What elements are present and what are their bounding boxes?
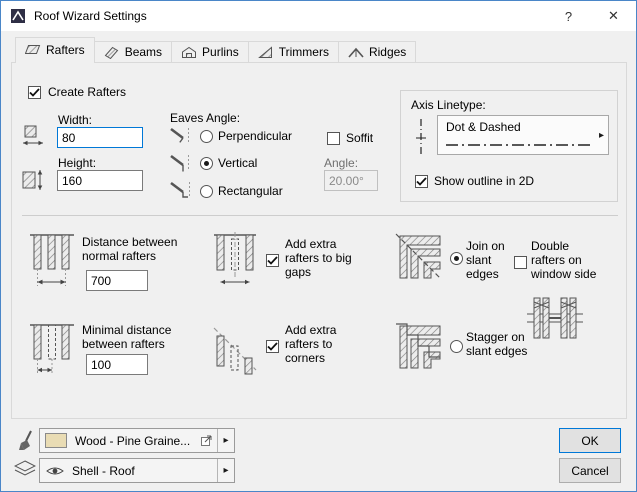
width-label: Width: (58, 113, 92, 127)
layer-selector[interactable]: Shell - Roof ▸ (39, 458, 235, 483)
arrow-right-icon: ▸ (223, 466, 228, 476)
tab-rafters[interactable]: Rafters (15, 37, 95, 63)
tab-trimmers[interactable]: Trimmers (248, 41, 339, 63)
tab-ridges[interactable]: Ridges (338, 41, 416, 63)
join-slant-radio[interactable] (450, 252, 463, 265)
eaves-vertical-label: Vertical (218, 156, 257, 170)
layer-selector-arrow[interactable]: ▸ (217, 459, 234, 482)
layer-value: Shell - Roof (72, 464, 217, 478)
purlins-icon (181, 46, 197, 59)
height-label: Height: (58, 156, 96, 170)
normal-distance-label: Distance between normal rafters (82, 235, 202, 263)
eaves-perpendicular-radio[interactable] (200, 130, 213, 143)
titlebar: Roof Wizard Settings ? ✕ (1, 1, 636, 31)
minimal-rafter-distance-icon (28, 320, 76, 384)
soffit-checkbox[interactable] (327, 132, 340, 145)
checkmark-icon (267, 256, 278, 265)
extra-rafters-big-gaps-icon (212, 230, 258, 294)
ok-button[interactable]: OK (559, 428, 621, 453)
normal-rafter-distance-icon (28, 230, 76, 294)
tab-label: Ridges (369, 45, 406, 59)
angle-input (324, 170, 378, 191)
close-button[interactable]: ✕ (591, 1, 636, 31)
show-outline-checkbox[interactable] (415, 175, 428, 188)
tab-label: Trimmers (279, 45, 329, 59)
axis-linetype-group: Axis Linetype: Dot & Dashed ▸ Show outli… (400, 90, 618, 202)
tab-label: Rafters (46, 43, 85, 57)
eaves-vertical-icon (168, 152, 192, 174)
normal-distance-input[interactable] (86, 270, 148, 291)
double-rafters-window-icon (526, 292, 584, 344)
rafter-width-icon (22, 125, 44, 147)
app-icon (10, 8, 26, 24)
surface-selector[interactable]: Wood - Pine Graine... ▸ (39, 428, 235, 453)
window-title: Roof Wizard Settings (34, 9, 147, 23)
extra-big-gaps-checkbox[interactable] (266, 254, 279, 267)
join-slant-label: Join on slant edges (466, 239, 520, 281)
rafter-height-icon (22, 169, 44, 191)
vertical-linetype-icon (411, 117, 431, 159)
show-outline-label: Show outline in 2D (434, 174, 534, 188)
ridges-icon (348, 46, 364, 59)
eaves-vertical-radio[interactable] (200, 157, 213, 170)
join-slant-edges-icon (394, 232, 442, 280)
surface-brush-icon (17, 429, 35, 453)
eaves-rectangular-label: Rectangular (218, 184, 283, 198)
material-swatch (45, 433, 67, 448)
stagger-slant-edges-icon (394, 322, 442, 370)
roof-wizard-dialog: Roof Wizard Settings ? ✕ Create Rafters … (0, 0, 637, 492)
checkmark-icon (29, 88, 40, 97)
beams-icon (104, 46, 120, 59)
double-rafters-label: Double rafters on window side (531, 239, 597, 281)
double-rafters-checkbox[interactable] (514, 256, 527, 269)
surface-selector-arrow[interactable]: ▸ (217, 429, 234, 452)
trimmers-icon (258, 46, 274, 59)
tab-beams[interactable]: Beams (94, 41, 172, 63)
stagger-slant-radio[interactable] (450, 340, 463, 353)
extra-big-gaps-label: Add extra rafters to big gaps (285, 237, 369, 279)
tab-label: Beams (125, 45, 162, 59)
help-button[interactable]: ? (546, 1, 591, 31)
soffit-label: Soffit (346, 131, 373, 145)
minimal-distance-input[interactable] (86, 354, 148, 375)
eaves-perpendicular-label: Perpendicular (218, 129, 292, 143)
create-rafters-label: Create Rafters (48, 85, 126, 99)
eaves-rectangular-icon (168, 179, 192, 201)
height-input[interactable] (57, 170, 143, 191)
extra-corners-checkbox[interactable] (266, 340, 279, 353)
axis-linetype-title: Axis Linetype: (411, 98, 486, 112)
rafters-icon (25, 43, 41, 56)
arrow-right-icon: ▸ (223, 436, 228, 446)
minimal-distance-label: Minimal distance between rafters (82, 323, 194, 351)
eaves-angle-title: Eaves Angle: (170, 111, 240, 125)
attribute-picker-icon[interactable] (200, 434, 213, 447)
linetype-combo[interactable]: Dot & Dashed ▸ (437, 115, 609, 155)
eaves-perpendicular-icon (168, 125, 192, 147)
linetype-combo-arrow-icon[interactable]: ▸ (599, 131, 604, 141)
checkmark-icon (416, 177, 427, 186)
linetype-value: Dot & Dashed (446, 120, 521, 134)
tab-label: Purlins (202, 45, 239, 59)
section-divider (22, 215, 618, 216)
tab-bar: Rafters Beams Purlins Trimmers Ridges (15, 41, 415, 63)
surface-value: Wood - Pine Graine... (75, 434, 200, 448)
extra-corners-label: Add extra rafters to corners (285, 323, 369, 365)
dot-dashed-preview-icon (444, 142, 594, 148)
layers-icon (14, 460, 36, 478)
extra-rafters-corners-icon (212, 322, 258, 384)
angle-label: Angle: (324, 156, 358, 170)
tab-purlins[interactable]: Purlins (171, 41, 249, 63)
checkmark-icon (267, 342, 278, 351)
eye-icon (46, 465, 64, 477)
eaves-rectangular-radio[interactable] (200, 185, 213, 198)
width-input[interactable] (57, 127, 143, 148)
rafters-tab-panel: Create Rafters Width: Height: Eaves Angl… (11, 62, 627, 419)
create-rafters-checkbox[interactable] (28, 86, 41, 99)
cancel-button[interactable]: Cancel (559, 458, 621, 483)
